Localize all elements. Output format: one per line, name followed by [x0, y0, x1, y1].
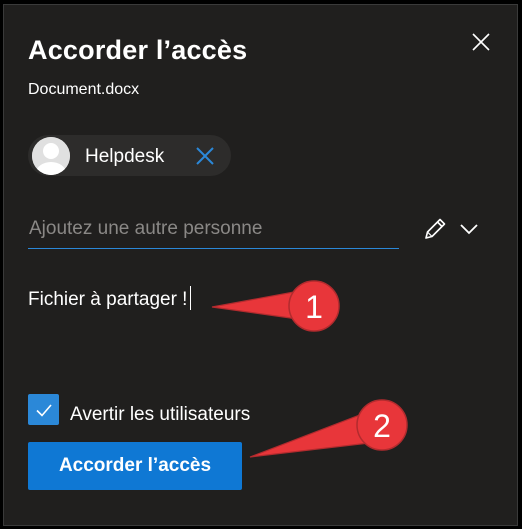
dialog-title: Accorder l’accès: [28, 35, 248, 65]
close-icon: [472, 33, 490, 51]
chevron-down-icon: [460, 224, 478, 235]
recipient-name: Helpdesk: [85, 146, 165, 167]
file-name: Document.docx: [28, 81, 140, 98]
avatar: [32, 137, 70, 175]
text-caret: [190, 286, 192, 310]
close-button[interactable]: [466, 27, 496, 57]
message-text: Fichier à partager !: [28, 289, 188, 310]
recipient-chip: Helpdesk: [28, 135, 231, 176]
checkmark-icon: [35, 403, 52, 417]
notify-checkbox[interactable]: [28, 394, 59, 425]
close-icon: [196, 147, 214, 165]
remove-recipient-button[interactable]: [194, 145, 216, 167]
add-person-input[interactable]: [28, 209, 399, 249]
message-field[interactable]: Fichier à partager !: [28, 286, 428, 311]
pencil-icon: [425, 218, 446, 239]
person-icon: [32, 137, 70, 175]
share-dialog: Accorder l’accès Document.docx Helpdesk: [3, 4, 518, 526]
notify-label: Avertir les utilisateurs: [70, 404, 251, 425]
permissions-dropdown[interactable]: [422, 213, 482, 245]
grant-access-button[interactable]: Accorder l’accès: [28, 442, 242, 490]
